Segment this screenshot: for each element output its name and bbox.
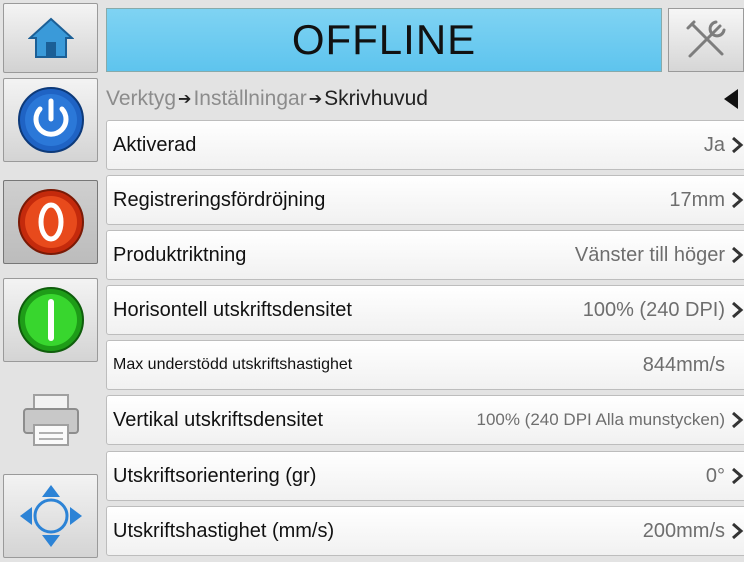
back-arrow-icon[interactable] <box>724 89 738 109</box>
setting-label: Utskriftshastighet (mm/s) <box>113 519 335 542</box>
setting-label: Produktriktning <box>113 243 247 266</box>
breadcrumb-item-verktyg[interactable]: Verktyg <box>106 87 176 111</box>
power-button[interactable] <box>3 78 98 162</box>
home-icon <box>27 17 74 58</box>
setting-label: Aktiverad <box>113 133 197 156</box>
chevron-right-icon <box>732 136 744 154</box>
setting-label: Registreringsfördröjning <box>113 188 326 211</box>
setting-label: Utskriftsorientering (gr) <box>113 464 317 487</box>
setting-value: 844mm/s <box>642 353 725 376</box>
breadcrumb-item-skrivhuvud: Skrivhuvud <box>324 87 428 110</box>
setting-value: 100% (240 DPI Alla munstycken) <box>476 410 725 429</box>
chevron-right-icon <box>732 411 744 429</box>
setting-label: Max understödd utskriftshastighet <box>113 356 353 373</box>
setting-row-horisontell-utskriftsdensitet[interactable]: Horisontell utskriftsdensitet 100% (240 … <box>106 285 744 335</box>
setting-value: 17mm <box>669 188 725 211</box>
setting-label: Horisontell utskriftsdensitet <box>113 298 352 321</box>
printer-status: OFFLINE <box>106 8 662 72</box>
screen: OFFLINE Verktyg ➔ Inställningar ➔ Skrivh… <box>0 0 744 562</box>
tools-button[interactable] <box>668 8 744 72</box>
setting-value: 200mm/s <box>642 519 725 542</box>
setting-row-max-utskriftshastighet: Max understödd utskriftshastighet 844mm/… <box>106 340 744 390</box>
stop-button[interactable] <box>3 180 98 264</box>
setting-value: 0° <box>705 464 725 487</box>
home-button[interactable] <box>3 3 98 73</box>
setting-row-aktiverad[interactable]: Aktiverad Ja <box>106 120 744 170</box>
setting-row-utskriftsorientering[interactable]: Utskriftsorientering (gr) 0° <box>106 451 744 501</box>
start-icon <box>17 287 84 353</box>
setting-row-produktriktning[interactable]: Produktriktning Vänster till höger <box>106 230 744 280</box>
chevron-right-icon <box>732 191 744 209</box>
breadcrumb: Verktyg ➔ Inställningar ➔ Skrivhuvud <box>106 80 744 118</box>
setting-label: Vertikal utskriftsdensitet <box>113 408 324 431</box>
breadcrumb-arrow-icon: ➔ <box>308 91 323 108</box>
printer-icon <box>22 394 79 446</box>
navigate-icon <box>19 485 82 547</box>
chevron-right-icon <box>732 246 744 264</box>
breadcrumb-arrow-icon: ➔ <box>178 91 192 108</box>
chevron-right-icon <box>732 467 744 485</box>
print-button[interactable] <box>3 378 98 462</box>
power-icon <box>17 87 84 153</box>
breadcrumb-item-installningar[interactable]: Inställningar <box>193 87 306 111</box>
setting-value: Vänster till höger <box>574 243 725 266</box>
setting-value: 100% (240 DPI) <box>582 298 725 321</box>
stop-icon <box>17 189 84 255</box>
start-button[interactable] <box>3 278 98 362</box>
navigate-button[interactable] <box>3 474 98 558</box>
chevron-right-icon <box>732 301 744 319</box>
setting-row-vertikal-utskriftsdensitet[interactable]: Vertikal utskriftsdensitet 100% (240 DPI… <box>106 395 744 445</box>
setting-value: Ja <box>703 133 725 156</box>
setting-row-registreringsfordrojning[interactable]: Registreringsfördröjning 17mm <box>106 175 744 225</box>
chevron-right-icon <box>732 522 744 540</box>
tools-icon <box>686 20 726 58</box>
setting-row-utskriftshastighet[interactable]: Utskriftshastighet (mm/s) 200mm/s <box>106 506 744 556</box>
